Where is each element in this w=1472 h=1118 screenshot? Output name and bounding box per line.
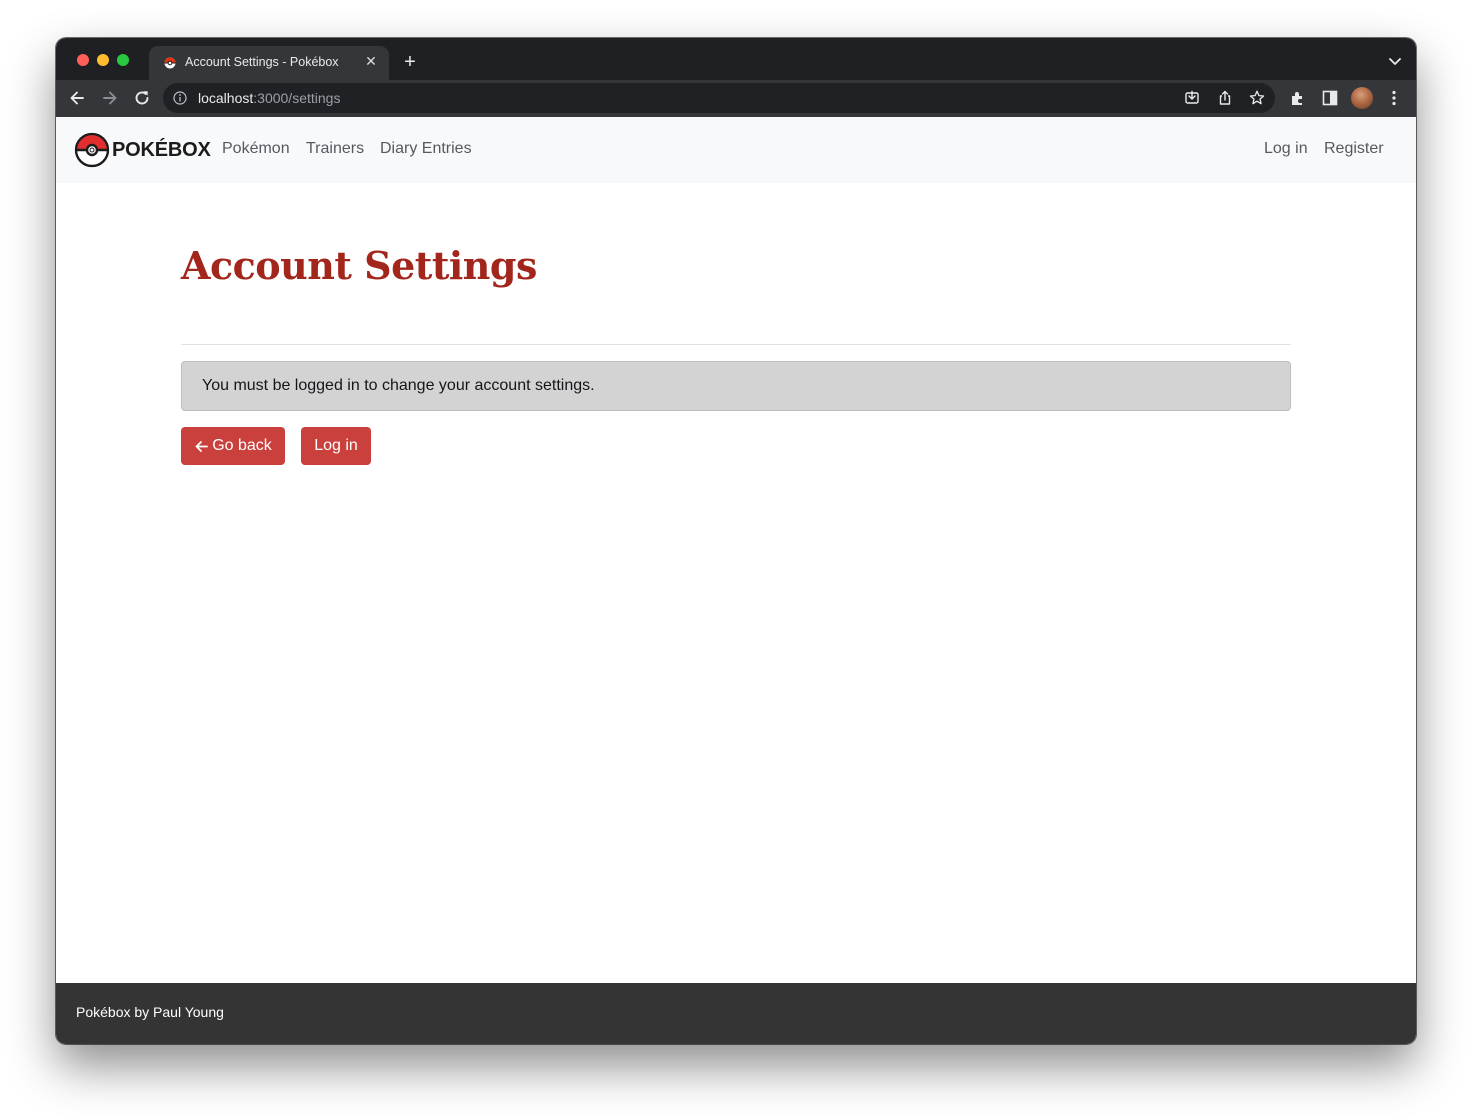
address-bar[interactable]: localhost:3000/settings xyxy=(163,83,1275,113)
page-viewport: POKÉBOX Pokémon Trainers Diary Entries L… xyxy=(56,117,1416,1044)
brand-name: POKÉBOX xyxy=(112,138,211,161)
login-button[interactable]: Log in xyxy=(301,427,371,465)
reload-icon[interactable] xyxy=(132,88,152,108)
forward-icon[interactable] xyxy=(100,88,120,108)
active-tab[interactable]: Account Settings - Pokébox ✕ xyxy=(149,46,389,80)
back-icon[interactable] xyxy=(67,88,87,108)
window-minimize-button[interactable] xyxy=(97,54,109,66)
nav-link-trainers[interactable]: Trainers xyxy=(306,140,364,158)
new-tab-button[interactable]: + xyxy=(399,51,421,73)
login-required-alert: You must be logged in to change your acc… xyxy=(181,361,1291,411)
tab-close-icon[interactable]: ✕ xyxy=(362,52,380,70)
arrow-left-icon xyxy=(195,440,209,452)
login-button-label: Log in xyxy=(314,437,358,454)
alert-message: You must be logged in to change your acc… xyxy=(202,377,595,394)
tab-search-chevron-icon[interactable] xyxy=(1386,52,1404,70)
url-text[interactable]: localhost:3000/settings xyxy=(198,90,340,106)
nav-link-diary-entries[interactable]: Diary Entries xyxy=(380,140,472,158)
profile-avatar[interactable] xyxy=(1351,87,1373,109)
go-back-button[interactable]: Go back xyxy=(181,427,285,465)
extensions-icon[interactable] xyxy=(1288,88,1308,108)
go-back-label: Go back xyxy=(212,437,272,454)
browser-window: Account Settings - Pokébox ✕ + localhost… xyxy=(56,38,1416,1044)
url-host: localhost xyxy=(198,90,254,106)
url-path: :3000/settings xyxy=(253,90,341,106)
side-panel-icon[interactable] xyxy=(1320,88,1340,108)
window-close-button[interactable] xyxy=(77,54,89,66)
nav-link-pokemon[interactable]: Pokémon xyxy=(222,140,290,158)
menu-kebab-icon[interactable] xyxy=(1384,88,1404,108)
title-divider xyxy=(181,344,1291,345)
tab-title: Account Settings - Pokébox xyxy=(185,55,339,69)
site-info-icon[interactable] xyxy=(173,91,187,105)
brand-link[interactable]: POKÉBOX xyxy=(74,132,211,168)
footer-credit: Pokébox by Paul Young xyxy=(76,1004,224,1020)
nav-link-login[interactable]: Log in xyxy=(1264,140,1308,158)
share-icon[interactable] xyxy=(1216,89,1234,107)
site-footer: Pokébox by Paul Young xyxy=(56,983,1416,1044)
browser-toolbar: localhost:3000/settings xyxy=(56,80,1416,117)
page-title: Account Settings xyxy=(181,243,537,288)
bookmark-star-icon[interactable] xyxy=(1248,89,1266,107)
install-icon[interactable] xyxy=(1183,89,1201,107)
site-navbar: POKÉBOX Pokémon Trainers Diary Entries L… xyxy=(56,117,1416,183)
window-maximize-button[interactable] xyxy=(117,54,129,66)
tab-strip: Account Settings - Pokébox ✕ + xyxy=(56,38,1416,80)
pokeball-icon xyxy=(164,57,176,69)
pokeball-logo-icon xyxy=(74,132,110,168)
nav-link-register[interactable]: Register xyxy=(1324,140,1384,158)
